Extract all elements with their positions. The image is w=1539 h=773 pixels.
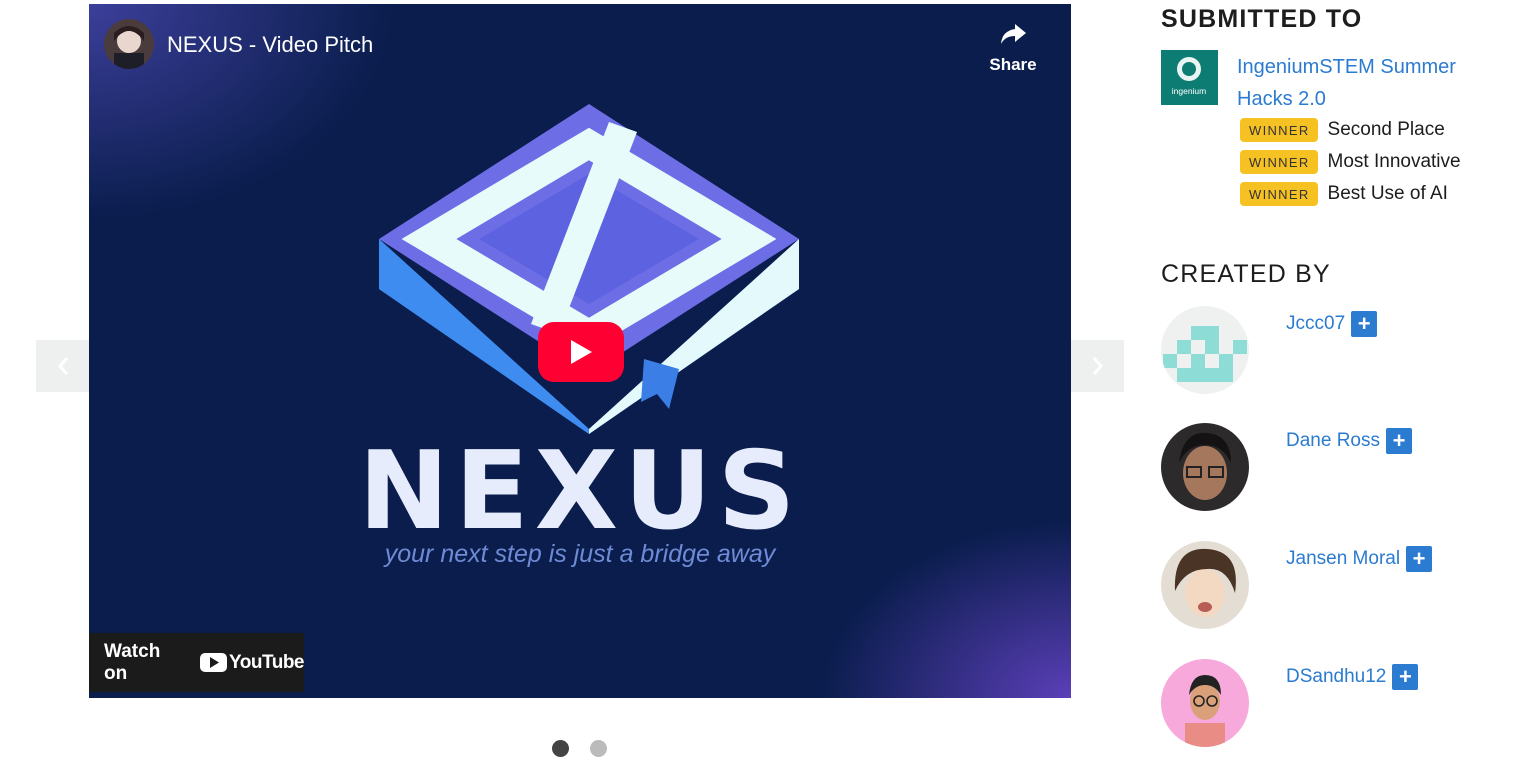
prize-name: Second Place: [1327, 119, 1445, 140]
chevron-left-icon: [57, 357, 68, 375]
avatar[interactable]: [1161, 423, 1249, 511]
logo-wordmark: NEXUS: [358, 429, 802, 554]
carousel-dot-1[interactable]: [552, 740, 569, 757]
hackathon-thumbnail[interactable]: ingenium: [1161, 50, 1218, 105]
carousel-dot-2[interactable]: [590, 740, 607, 757]
youtube-logo-icon: [200, 653, 228, 672]
share-label: Share: [989, 55, 1037, 74]
watch-on-label: Watch on: [104, 640, 161, 684]
prize-item: WINNER Best Use of AI: [1240, 182, 1448, 206]
watch-on-youtube-button[interactable]: Watch on YouTube: [89, 633, 304, 692]
member-name-link[interactable]: Dane Ross: [1286, 430, 1380, 452]
prize-name: Best Use of AI: [1327, 183, 1448, 204]
submitted-to-heading: SUBMITTED TO: [1161, 5, 1363, 33]
avatar[interactable]: [1161, 306, 1249, 394]
member-name-link[interactable]: Jansen Moral: [1286, 548, 1400, 570]
hackathon-thumb-text: ingenium: [1172, 86, 1207, 96]
follow-button[interactable]: +: [1351, 311, 1378, 337]
plus-icon: +: [1392, 428, 1406, 453]
prize-item: WINNER Second Place: [1240, 118, 1445, 142]
share-button[interactable]: Share: [985, 22, 1041, 75]
member-name-link[interactable]: DSandhu12: [1286, 666, 1386, 688]
avatar[interactable]: [1161, 541, 1249, 629]
carousel-prev-button[interactable]: [36, 340, 89, 392]
winner-badge: WINNER: [1240, 150, 1318, 174]
member-name-link[interactable]: Jccc07: [1286, 313, 1345, 335]
created-by-heading: CREATED BY: [1161, 260, 1331, 288]
carousel-next-button[interactable]: [1071, 340, 1124, 392]
plus-icon: +: [1412, 546, 1426, 571]
plus-icon: +: [1357, 311, 1371, 336]
video-title[interactable]: NEXUS - Video Pitch: [167, 32, 373, 58]
hackathon-link[interactable]: IngeniumSTEM Summer Hacks 2.0: [1237, 51, 1487, 115]
prize-name: Most Innovative: [1327, 151, 1461, 172]
avatar[interactable]: [1161, 659, 1249, 747]
follow-button[interactable]: +: [1386, 428, 1412, 454]
follow-button[interactable]: +: [1392, 664, 1419, 690]
follow-button[interactable]: +: [1406, 546, 1433, 572]
video-player[interactable]: NEXUS - Video Pitch Share NEXUS your nex…: [89, 4, 1071, 698]
logo-tagline: your next step is just a bridge away: [384, 540, 776, 568]
plus-icon: +: [1398, 664, 1412, 689]
chevron-right-icon: [1092, 357, 1103, 375]
prize-item: WINNER Most Innovative: [1240, 150, 1461, 174]
channel-avatar[interactable]: [104, 19, 154, 69]
winner-badge: WINNER: [1240, 118, 1318, 142]
youtube-label: YouTube: [229, 651, 304, 673]
share-arrow-icon: [1001, 24, 1026, 44]
play-button[interactable]: [538, 322, 624, 382]
play-icon: [571, 340, 592, 364]
winner-badge: WINNER: [1240, 182, 1318, 206]
